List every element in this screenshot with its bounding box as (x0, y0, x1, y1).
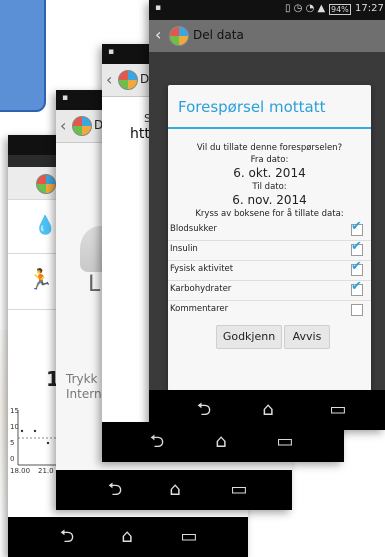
nav-bar: ⮌ ⌂ ▭ (149, 390, 385, 430)
permission-row-insulin[interactable]: Insulin ✔ (168, 239, 371, 261)
recent-apps-icon[interactable]: ▭ (178, 527, 200, 547)
checkbox-karbohydrater[interactable]: ✔ (351, 279, 363, 296)
status-bar: ▪ ▯ ◷ ◔ ▲ 94% 17:27 (149, 0, 385, 20)
home-icon[interactable]: ⌂ (210, 432, 232, 452)
notification-icon: ▪ (62, 93, 69, 103)
chart-point (46, 441, 50, 445)
title-partial: D (140, 72, 150, 86)
checkbox-blodsukker[interactable]: ✔ (351, 219, 363, 236)
hint-line-2: Intern (66, 387, 102, 401)
notification-icon: ▪ (155, 3, 162, 13)
app-logo-icon[interactable] (72, 116, 92, 136)
name-letter: L (88, 272, 101, 297)
back-arrow-icon[interactable]: ‹ (60, 116, 66, 135)
app-logo-icon (36, 174, 56, 194)
nav-bar: ⮌ ⌂ ▭ (56, 470, 292, 510)
background-blue-card (0, 0, 46, 112)
back-icon[interactable]: ⮌ (193, 400, 215, 420)
from-date-value: 6. okt. 2014 (233, 166, 306, 180)
phone-screen-4: ▪ ▯ ◷ ◔ ▲ 94% 17:27 ‹ Del data Forespørs… (149, 0, 385, 430)
home-icon[interactable]: ⌂ (116, 527, 138, 547)
app-logo-icon[interactable] (118, 70, 138, 90)
screen-title: Del data (193, 28, 244, 42)
back-icon[interactable]: ⮌ (56, 527, 78, 547)
permission-label: Karbohydrater (170, 284, 232, 294)
recent-apps-icon[interactable]: ▭ (274, 432, 296, 452)
back-arrow-icon[interactable]: ‹ (106, 70, 112, 89)
recent-apps-icon[interactable]: ▭ (228, 480, 250, 500)
dialog-question: Vil du tillate denne forespørselen? (196, 143, 343, 153)
chart-point (33, 429, 37, 433)
request-dialog: Forespørsel mottatt Vil du tillate denne… (168, 85, 371, 391)
approve-button[interactable]: Godkjenn (216, 325, 282, 349)
drop-icon: 💧 (34, 215, 57, 236)
checkbox-kommentarer[interactable] (351, 304, 363, 316)
y-tick: 0 (10, 455, 15, 463)
battery-level: 94% (329, 4, 351, 15)
permission-label: Blodsukker (170, 224, 217, 234)
from-date-label: Fra dato: (250, 155, 289, 165)
y-tick: 5 (10, 439, 15, 447)
checkbox-fysisk-aktivitet[interactable]: ✔ (351, 259, 363, 276)
checkmark-icon: ✔ (351, 239, 362, 254)
x-tick: 21.0 (38, 467, 54, 475)
back-icon[interactable]: ⮌ (104, 480, 126, 500)
permission-row-fysisk-aktivitet[interactable]: Fysisk aktivitet ✔ (168, 259, 371, 281)
app-logo-icon[interactable] (169, 26, 189, 46)
permission-label: Fysisk aktivitet (170, 264, 234, 274)
back-icon[interactable]: ⮌ (146, 432, 168, 452)
to-date-label: Til dato: (252, 182, 287, 192)
recent-apps-icon[interactable]: ▭ (327, 400, 349, 420)
hint-line-1: Trykk (66, 372, 98, 386)
notification-icon: ▪ (108, 47, 115, 57)
y-tick: 15 (10, 407, 19, 415)
permission-row-blodsukker[interactable]: Blodsukker ✔ (168, 219, 371, 241)
chart-point (20, 429, 24, 433)
permission-row-karbohydrater[interactable]: Karbohydrater ✔ (168, 279, 371, 301)
home-icon[interactable]: ⌂ (164, 480, 186, 500)
dialog-instruction: Kryss av boksene for å tillate data: (195, 209, 344, 219)
checkmark-icon: ✔ (351, 259, 362, 274)
home-icon[interactable]: ⌂ (257, 400, 279, 420)
nav-bar: ⮌ ⌂ ▭ (8, 517, 248, 557)
action-bar: ‹ Del data (149, 20, 385, 52)
permission-row-kommentarer[interactable]: Kommentarer (168, 301, 371, 321)
clock: 17:27 (355, 3, 384, 14)
checkmark-icon: ✔ (351, 219, 362, 234)
runner-icon: 🏃 (28, 267, 53, 291)
reject-button[interactable]: Avvis (284, 325, 330, 349)
permission-label: Insulin (170, 244, 198, 254)
screen-content: ‹ Del data Forespørsel mottatt Vil du ti… (149, 20, 385, 391)
status-icons: ▯ ◷ ◔ ▲ (285, 3, 326, 14)
to-date-value: 6. nov. 2014 (232, 193, 307, 207)
dialog-title-divider (168, 127, 371, 129)
checkmark-icon: ✔ (351, 279, 362, 294)
back-arrow-icon[interactable]: ‹ (155, 25, 161, 44)
x-tick: 18.00 (10, 467, 31, 475)
y-tick: 10 (10, 423, 19, 431)
permission-label: Kommentarer (170, 304, 229, 314)
checkbox-insulin[interactable]: ✔ (351, 239, 363, 256)
dialog-title: Forespørsel mottatt (178, 98, 326, 116)
